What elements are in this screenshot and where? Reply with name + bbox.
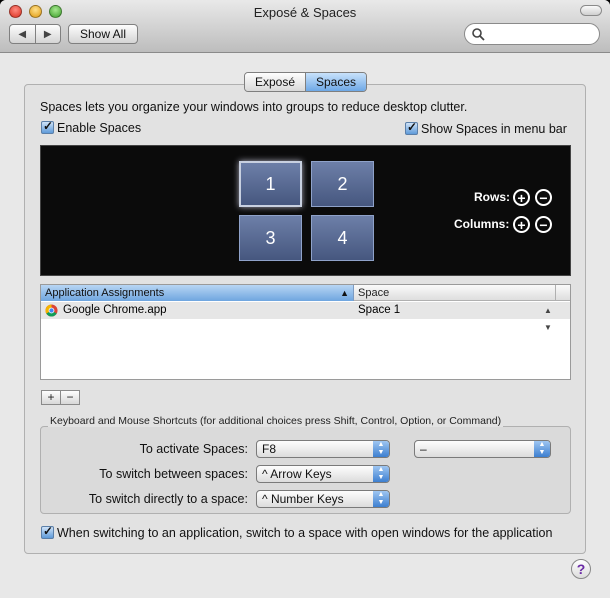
activate-key-popup[interactable]: F8 ▲ ▼ [256, 440, 390, 458]
assignment-buttons: + − [41, 390, 80, 405]
show-in-menu-bar-checkbox[interactable] [405, 120, 418, 135]
nav-buttons: ◀ ▶ [9, 24, 61, 44]
column-header-space[interactable]: Space [354, 285, 556, 301]
assignment-app-name: Google Chrome.app [63, 304, 167, 316]
switch-to-space-label: When switching to an application, switch… [57, 526, 553, 540]
tab-spaces[interactable]: Spaces [305, 73, 366, 91]
popup-arrows-icon: ▲ ▼ [373, 441, 389, 457]
column-header-application-label: Application Assignments [45, 287, 165, 299]
application-assignments-table: Application Assignments ▲ Space Google C… [40, 284, 571, 380]
sort-ascending-icon: ▲ [340, 288, 349, 298]
back-button[interactable]: ◀ [10, 25, 36, 43]
table-row[interactable]: Google Chrome.app Space 1 ▲ ▼ [41, 302, 570, 332]
toolbar-toggle-button[interactable] [580, 5, 602, 16]
switch-between-value: ^ Arrow Keys [262, 467, 332, 481]
popup-arrows-icon: ▲ ▼ [373, 466, 389, 482]
rows-label: Rows: [474, 190, 510, 204]
shortcuts-title: Keyboard and Mouse Shortcuts (for additi… [48, 415, 504, 427]
enable-spaces-checkbox[interactable] [41, 119, 54, 134]
add-row-button[interactable]: + [513, 189, 530, 206]
space-tile-3[interactable]: 3 [239, 215, 302, 261]
search-input[interactable] [487, 26, 599, 44]
tab-bar: Exposé Spaces [244, 72, 367, 92]
spaces-description: Spaces lets you organize your windows in… [40, 100, 468, 114]
switch-between-popup[interactable]: ^ Arrow Keys ▲ ▼ [256, 465, 390, 483]
switch-between-label: To switch between spaces: [99, 467, 248, 481]
title-bar: Exposé & Spaces ◀ ▶ Show All [0, 0, 610, 53]
window-title: Exposé & Spaces [253, 5, 357, 20]
remove-assignment-button[interactable]: − [61, 391, 79, 404]
switch-directly-value: ^ Number Keys [262, 492, 344, 506]
help-button[interactable]: ? [571, 559, 591, 579]
search-field[interactable] [464, 23, 600, 45]
add-assignment-button[interactable]: + [42, 391, 61, 404]
forward-button[interactable]: ▶ [36, 25, 61, 43]
column-header-spacer [556, 285, 570, 301]
preferences-window: Exposé & Spaces ◀ ▶ Show All Exposé Spac… [0, 0, 610, 598]
popup-arrows-icon: ▲ ▼ [534, 441, 550, 457]
space-tile-1[interactable]: 1 [239, 161, 302, 207]
search-icon [472, 28, 485, 41]
columns-label: Columns: [454, 217, 510, 231]
show-in-menu-bar-label: Show Spaces in menu bar [421, 122, 567, 136]
tab-expose[interactable]: Exposé [245, 73, 305, 91]
add-column-button[interactable]: + [513, 216, 530, 233]
activate-spaces-label: To activate Spaces: [139, 442, 248, 456]
popup-arrows-icon: ▲ ▼ [373, 491, 389, 507]
spaces-grid-preview: 1 2 3 4 Rows: + − Columns: + − [40, 145, 571, 276]
space-tile-2[interactable]: 2 [311, 161, 374, 207]
remove-column-button[interactable]: − [535, 216, 552, 233]
assignment-space-value[interactable]: Space 1 [358, 302, 400, 319]
switch-directly-label: To switch directly to a space: [88, 492, 248, 506]
space-tile-4[interactable]: 4 [311, 215, 374, 261]
enable-spaces-label: Enable Spaces [57, 121, 142, 135]
show-all-button[interactable]: Show All [68, 24, 138, 44]
activate-key-value: F8 [262, 442, 277, 456]
switch-to-space-checkbox[interactable] [41, 524, 54, 539]
activate-mouse-popup[interactable]: – ▲ ▼ [414, 440, 551, 458]
activate-mouse-value: – [420, 442, 427, 456]
switch-directly-popup[interactable]: ^ Number Keys ▲ ▼ [256, 490, 390, 508]
space-popup-arrows-icon[interactable]: ▲ ▼ [544, 302, 552, 336]
chrome-app-icon [45, 304, 58, 317]
remove-row-button[interactable]: − [535, 189, 552, 206]
column-header-application[interactable]: Application Assignments ▲ [41, 285, 354, 301]
